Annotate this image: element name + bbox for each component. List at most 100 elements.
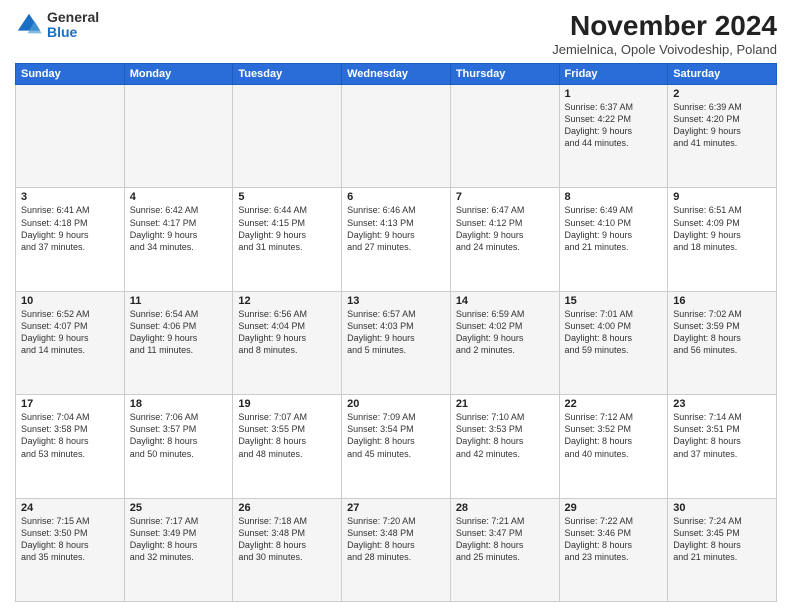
day-number: 27 <box>347 502 445 514</box>
calendar-cell: 9Sunrise: 6:51 AM Sunset: 4:09 PM Daylig… <box>668 188 777 291</box>
calendar-cell: 21Sunrise: 7:10 AM Sunset: 3:53 PM Dayli… <box>450 395 559 498</box>
calendar-cell: 30Sunrise: 7:24 AM Sunset: 3:45 PM Dayli… <box>668 498 777 601</box>
day-number: 13 <box>347 295 445 307</box>
day-info: Sunrise: 6:46 AM Sunset: 4:13 PM Dayligh… <box>347 204 445 253</box>
calendar-cell: 11Sunrise: 6:54 AM Sunset: 4:06 PM Dayli… <box>124 291 233 394</box>
calendar-cell: 3Sunrise: 6:41 AM Sunset: 4:18 PM Daylig… <box>16 188 125 291</box>
calendar-cell: 18Sunrise: 7:06 AM Sunset: 3:57 PM Dayli… <box>124 395 233 498</box>
calendar-cell: 22Sunrise: 7:12 AM Sunset: 3:52 PM Dayli… <box>559 395 668 498</box>
day-number: 26 <box>238 502 336 514</box>
day-info: Sunrise: 7:15 AM Sunset: 3:50 PM Dayligh… <box>21 515 119 564</box>
calendar-cell: 25Sunrise: 7:17 AM Sunset: 3:49 PM Dayli… <box>124 498 233 601</box>
calendar-table: Sunday Monday Tuesday Wednesday Thursday… <box>15 63 777 602</box>
day-number: 19 <box>238 398 336 410</box>
day-number: 22 <box>565 398 663 410</box>
day-info: Sunrise: 7:09 AM Sunset: 3:54 PM Dayligh… <box>347 411 445 460</box>
calendar-cell <box>233 85 342 188</box>
day-info: Sunrise: 6:56 AM Sunset: 4:04 PM Dayligh… <box>238 308 336 357</box>
day-number: 29 <box>565 502 663 514</box>
day-number: 17 <box>21 398 119 410</box>
calendar-row-4: 24Sunrise: 7:15 AM Sunset: 3:50 PM Dayli… <box>16 498 777 601</box>
day-number: 18 <box>130 398 228 410</box>
day-number: 6 <box>347 191 445 203</box>
day-number: 10 <box>21 295 119 307</box>
day-info: Sunrise: 7:22 AM Sunset: 3:46 PM Dayligh… <box>565 515 663 564</box>
day-number: 11 <box>130 295 228 307</box>
calendar-cell: 4Sunrise: 6:42 AM Sunset: 4:17 PM Daylig… <box>124 188 233 291</box>
day-number: 2 <box>673 88 771 100</box>
calendar-cell: 24Sunrise: 7:15 AM Sunset: 3:50 PM Dayli… <box>16 498 125 601</box>
header-saturday: Saturday <box>668 64 777 85</box>
day-info: Sunrise: 6:47 AM Sunset: 4:12 PM Dayligh… <box>456 204 554 253</box>
calendar-cell: 12Sunrise: 6:56 AM Sunset: 4:04 PM Dayli… <box>233 291 342 394</box>
page: General Blue November 2024 Jemielnica, O… <box>0 0 792 612</box>
day-info: Sunrise: 6:37 AM Sunset: 4:22 PM Dayligh… <box>565 101 663 150</box>
calendar-cell <box>124 85 233 188</box>
calendar-cell: 19Sunrise: 7:07 AM Sunset: 3:55 PM Dayli… <box>233 395 342 498</box>
day-info: Sunrise: 6:49 AM Sunset: 4:10 PM Dayligh… <box>565 204 663 253</box>
calendar-cell: 27Sunrise: 7:20 AM Sunset: 3:48 PM Dayli… <box>342 498 451 601</box>
calendar-cell: 28Sunrise: 7:21 AM Sunset: 3:47 PM Dayli… <box>450 498 559 601</box>
day-number: 23 <box>673 398 771 410</box>
calendar-title: November 2024 <box>552 10 777 42</box>
day-info: Sunrise: 7:04 AM Sunset: 3:58 PM Dayligh… <box>21 411 119 460</box>
day-number: 4 <box>130 191 228 203</box>
logo-blue-text: Blue <box>47 25 99 40</box>
calendar-cell: 17Sunrise: 7:04 AM Sunset: 3:58 PM Dayli… <box>16 395 125 498</box>
day-info: Sunrise: 7:17 AM Sunset: 3:49 PM Dayligh… <box>130 515 228 564</box>
logo-text: General Blue <box>47 10 99 41</box>
day-number: 24 <box>21 502 119 514</box>
calendar-row-1: 3Sunrise: 6:41 AM Sunset: 4:18 PM Daylig… <box>16 188 777 291</box>
header-tuesday: Tuesday <box>233 64 342 85</box>
logo: General Blue <box>15 10 99 41</box>
calendar-cell <box>450 85 559 188</box>
calendar-cell <box>342 85 451 188</box>
calendar-cell: 8Sunrise: 6:49 AM Sunset: 4:10 PM Daylig… <box>559 188 668 291</box>
header: General Blue November 2024 Jemielnica, O… <box>15 10 777 57</box>
calendar-cell: 26Sunrise: 7:18 AM Sunset: 3:48 PM Dayli… <box>233 498 342 601</box>
day-info: Sunrise: 7:06 AM Sunset: 3:57 PM Dayligh… <box>130 411 228 460</box>
day-info: Sunrise: 6:52 AM Sunset: 4:07 PM Dayligh… <box>21 308 119 357</box>
calendar-cell <box>16 85 125 188</box>
day-number: 3 <box>21 191 119 203</box>
calendar-cell: 10Sunrise: 6:52 AM Sunset: 4:07 PM Dayli… <box>16 291 125 394</box>
calendar-subtitle: Jemielnica, Opole Voivodeship, Poland <box>552 42 777 57</box>
day-info: Sunrise: 7:07 AM Sunset: 3:55 PM Dayligh… <box>238 411 336 460</box>
day-number: 20 <box>347 398 445 410</box>
calendar-cell: 6Sunrise: 6:46 AM Sunset: 4:13 PM Daylig… <box>342 188 451 291</box>
title-block: November 2024 Jemielnica, Opole Voivodes… <box>552 10 777 57</box>
day-info: Sunrise: 7:02 AM Sunset: 3:59 PM Dayligh… <box>673 308 771 357</box>
calendar-row-3: 17Sunrise: 7:04 AM Sunset: 3:58 PM Dayli… <box>16 395 777 498</box>
day-number: 14 <box>456 295 554 307</box>
day-number: 5 <box>238 191 336 203</box>
header-thursday: Thursday <box>450 64 559 85</box>
day-info: Sunrise: 7:18 AM Sunset: 3:48 PM Dayligh… <box>238 515 336 564</box>
day-info: Sunrise: 7:20 AM Sunset: 3:48 PM Dayligh… <box>347 515 445 564</box>
logo-icon <box>15 11 43 39</box>
calendar-cell: 7Sunrise: 6:47 AM Sunset: 4:12 PM Daylig… <box>450 188 559 291</box>
calendar-cell: 16Sunrise: 7:02 AM Sunset: 3:59 PM Dayli… <box>668 291 777 394</box>
logo-general-text: General <box>47 10 99 25</box>
calendar-cell: 13Sunrise: 6:57 AM Sunset: 4:03 PM Dayli… <box>342 291 451 394</box>
header-row: Sunday Monday Tuesday Wednesday Thursday… <box>16 64 777 85</box>
day-number: 8 <box>565 191 663 203</box>
header-friday: Friday <box>559 64 668 85</box>
header-wednesday: Wednesday <box>342 64 451 85</box>
calendar-cell: 29Sunrise: 7:22 AM Sunset: 3:46 PM Dayli… <box>559 498 668 601</box>
day-number: 1 <box>565 88 663 100</box>
day-info: Sunrise: 7:24 AM Sunset: 3:45 PM Dayligh… <box>673 515 771 564</box>
day-info: Sunrise: 6:39 AM Sunset: 4:20 PM Dayligh… <box>673 101 771 150</box>
day-info: Sunrise: 7:14 AM Sunset: 3:51 PM Dayligh… <box>673 411 771 460</box>
calendar-row-2: 10Sunrise: 6:52 AM Sunset: 4:07 PM Dayli… <box>16 291 777 394</box>
calendar-cell: 1Sunrise: 6:37 AM Sunset: 4:22 PM Daylig… <box>559 85 668 188</box>
calendar-cell: 2Sunrise: 6:39 AM Sunset: 4:20 PM Daylig… <box>668 85 777 188</box>
day-number: 30 <box>673 502 771 514</box>
calendar-row-0: 1Sunrise: 6:37 AM Sunset: 4:22 PM Daylig… <box>16 85 777 188</box>
day-number: 9 <box>673 191 771 203</box>
day-number: 25 <box>130 502 228 514</box>
day-info: Sunrise: 7:12 AM Sunset: 3:52 PM Dayligh… <box>565 411 663 460</box>
day-info: Sunrise: 7:10 AM Sunset: 3:53 PM Dayligh… <box>456 411 554 460</box>
header-sunday: Sunday <box>16 64 125 85</box>
day-number: 28 <box>456 502 554 514</box>
day-info: Sunrise: 6:42 AM Sunset: 4:17 PM Dayligh… <box>130 204 228 253</box>
